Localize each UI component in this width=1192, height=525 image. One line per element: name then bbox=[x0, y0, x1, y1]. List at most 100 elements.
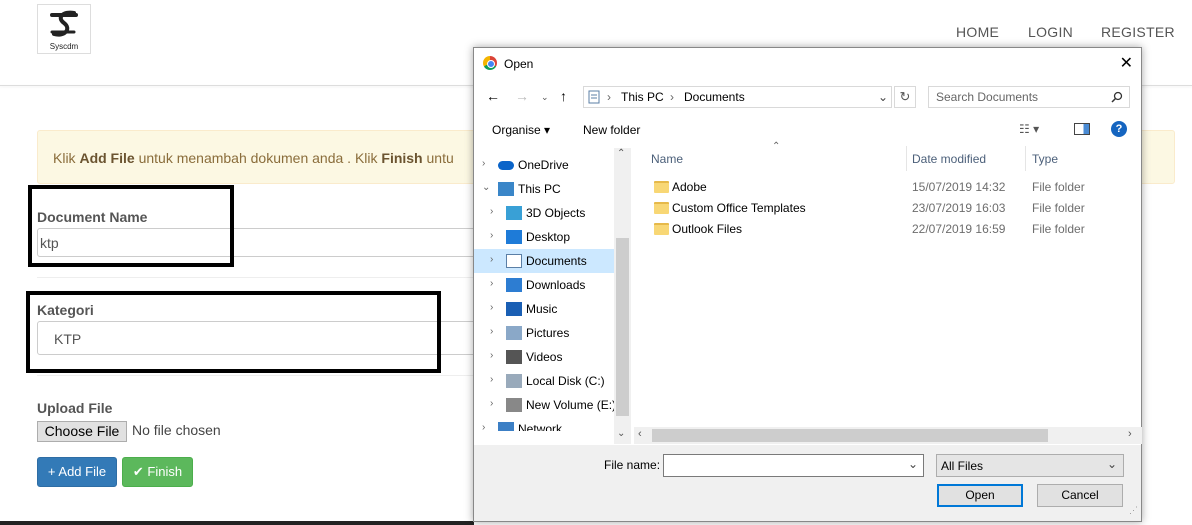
download-icon bbox=[506, 278, 522, 292]
column-separator bbox=[1025, 146, 1026, 171]
file-type-select[interactable]: All Files ⌄ bbox=[936, 454, 1124, 477]
breadcrumb-documents[interactable]: Documents bbox=[684, 90, 745, 104]
tree-expand-chevron-icon[interactable]: › bbox=[490, 350, 493, 361]
column-header-type[interactable]: Type bbox=[1032, 152, 1058, 166]
scroll-right-icon[interactable]: › bbox=[1128, 428, 1132, 440]
address-bar[interactable]: › This PC › Documents ⌄ bbox=[583, 86, 892, 108]
nav-login[interactable]: LOGIN bbox=[1028, 24, 1073, 40]
tree-item[interactable]: › Network bbox=[474, 417, 614, 431]
tree-expand-chevron-icon[interactable]: › bbox=[482, 422, 485, 431]
video-icon bbox=[506, 350, 522, 364]
tree-item[interactable]: › 3D Objects bbox=[474, 201, 614, 225]
page-bottom-bar bbox=[0, 521, 474, 525]
no-file-chosen-text: No file chosen bbox=[132, 422, 221, 438]
nav-register[interactable]: REGISTER bbox=[1101, 24, 1175, 40]
file-row[interactable]: Adobe 15/07/2019 14:32 File folder bbox=[648, 177, 1128, 198]
computer-icon bbox=[498, 182, 514, 196]
file-name: Custom Office Templates bbox=[672, 201, 806, 215]
tree-expand-chevron-icon[interactable]: › bbox=[490, 326, 493, 337]
document-icon bbox=[506, 254, 522, 268]
folder-icon bbox=[654, 181, 669, 193]
tree-expand-chevron-icon[interactable]: › bbox=[482, 158, 485, 169]
document-icon bbox=[588, 90, 600, 104]
tree-expand-chevron-icon[interactable]: › bbox=[490, 254, 493, 265]
logo-text: Syscdm bbox=[49, 42, 79, 51]
tree-scrollbar[interactable]: ⌃ ⌄ bbox=[614, 148, 631, 444]
logo-icon bbox=[50, 10, 78, 37]
desktop-icon bbox=[506, 230, 522, 244]
highlight-box-document-name bbox=[28, 185, 234, 267]
tree-item-label: This PC bbox=[518, 182, 561, 196]
cancel-button[interactable]: Cancel bbox=[1037, 484, 1123, 507]
tree-item[interactable]: › Desktop bbox=[474, 225, 614, 249]
tree-item[interactable]: › OneDrive bbox=[474, 153, 614, 177]
close-icon[interactable]: ✕ bbox=[1120, 53, 1133, 73]
tree-item[interactable]: › Music bbox=[474, 297, 614, 321]
scroll-up-icon[interactable]: ⌃ bbox=[617, 148, 625, 159]
back-arrow-icon[interactable]: ← bbox=[486, 88, 500, 104]
scroll-left-icon[interactable]: ‹ bbox=[638, 428, 642, 440]
file-name-input[interactable]: ⌄ bbox=[663, 454, 924, 477]
add-file-button[interactable]: + Add File bbox=[37, 457, 117, 487]
help-icon[interactable]: ? bbox=[1111, 121, 1127, 137]
file-type: File folder bbox=[1032, 180, 1085, 194]
tree-expand-chevron-icon[interactable]: › bbox=[490, 302, 493, 313]
tree-expand-chevron-icon[interactable]: › bbox=[490, 374, 493, 385]
tree-item[interactable]: › New Volume (E:) bbox=[474, 393, 616, 417]
view-options-icon[interactable]: ☷ ▾ bbox=[1019, 122, 1039, 136]
file-date: 15/07/2019 14:32 bbox=[912, 180, 1006, 194]
alert-text: Klik Add File untuk menambah dokumen and… bbox=[53, 150, 454, 166]
up-arrow-icon[interactable]: ↑ bbox=[560, 88, 567, 104]
column-header-date-modified[interactable]: Date modified bbox=[912, 152, 986, 166]
file-type: File folder bbox=[1032, 201, 1085, 215]
file-row[interactable]: Outlook Files 22/07/2019 16:59 File folder bbox=[648, 219, 1128, 240]
tree-expand-chevron-icon[interactable]: › bbox=[490, 278, 493, 289]
form-divider bbox=[37, 277, 477, 278]
h-scroll-thumb[interactable] bbox=[652, 429, 1048, 442]
file-type-value: All Files bbox=[941, 459, 984, 473]
tree-item-label: Videos bbox=[526, 350, 563, 364]
search-documents-input[interactable]: Search Documents bbox=[928, 86, 1130, 108]
tree-expand-chevron-icon[interactable]: › bbox=[490, 206, 493, 217]
scroll-down-icon[interactable]: ⌄ bbox=[617, 428, 625, 439]
tree-expand-chevron-icon[interactable]: › bbox=[490, 398, 493, 409]
tree-expand-chevron-icon[interactable]: › bbox=[490, 230, 493, 241]
dialog-bottom-panel: File name: ⌄ All Files ⌄ Open Cancel ⋰ bbox=[474, 445, 1141, 521]
breadcrumb-separator-icon: › bbox=[607, 90, 611, 104]
file-date: 22/07/2019 16:59 bbox=[912, 222, 1006, 236]
organise-menu[interactable]: Organise ▾ bbox=[492, 123, 550, 137]
file-list-h-scrollbar[interactable]: ‹ › bbox=[634, 427, 1142, 444]
new-folder-button[interactable]: New folder bbox=[583, 123, 640, 137]
folder-icon bbox=[654, 202, 669, 214]
tree-item[interactable]: › Videos bbox=[474, 345, 614, 369]
recent-locations-chevron-icon[interactable]: ⌄ bbox=[541, 92, 549, 103]
tree-expand-chevron-icon[interactable]: ⌄ bbox=[482, 182, 490, 193]
tree-item[interactable]: › Downloads bbox=[474, 273, 614, 297]
refresh-icon[interactable]: ↻ bbox=[894, 86, 916, 108]
choose-file-button[interactable]: Choose File bbox=[37, 421, 127, 442]
chevron-down-icon[interactable]: ⌄ bbox=[878, 90, 888, 104]
nav-home[interactable]: HOME bbox=[956, 24, 999, 40]
form-divider bbox=[37, 375, 477, 376]
open-button[interactable]: Open bbox=[937, 484, 1023, 507]
preview-pane-icon[interactable] bbox=[1074, 123, 1090, 135]
file-name: Adobe bbox=[672, 180, 707, 194]
tree-item[interactable]: ⌄ This PC bbox=[474, 177, 614, 201]
resize-grip-icon[interactable]: ⋰ bbox=[1129, 505, 1138, 516]
site-logo[interactable]: Syscdm bbox=[37, 4, 91, 54]
tree-item[interactable]: › Pictures bbox=[474, 321, 614, 345]
breadcrumb-this-pc[interactable]: This PC bbox=[621, 90, 664, 104]
column-header-name[interactable]: Name bbox=[651, 152, 683, 166]
chevron-down-icon[interactable]: ⌄ bbox=[908, 457, 918, 471]
tree-scroll-thumb[interactable] bbox=[616, 238, 629, 416]
file-row[interactable]: Custom Office Templates 23/07/2019 16:03 F… bbox=[648, 198, 1128, 219]
search-icon bbox=[1111, 91, 1123, 103]
sort-ascending-icon: ⌃ bbox=[772, 141, 781, 152]
file-name: Outlook Files bbox=[672, 222, 743, 236]
tree-item-label: Network bbox=[518, 422, 563, 431]
tree-item[interactable]: › Local Disk (C:) bbox=[474, 369, 614, 393]
tree-item[interactable]: › Documents bbox=[474, 249, 614, 273]
finish-button[interactable]: ✔ Finish bbox=[122, 457, 193, 487]
drive-icon bbox=[506, 398, 522, 412]
forward-arrow-icon[interactable]: → bbox=[515, 88, 529, 104]
